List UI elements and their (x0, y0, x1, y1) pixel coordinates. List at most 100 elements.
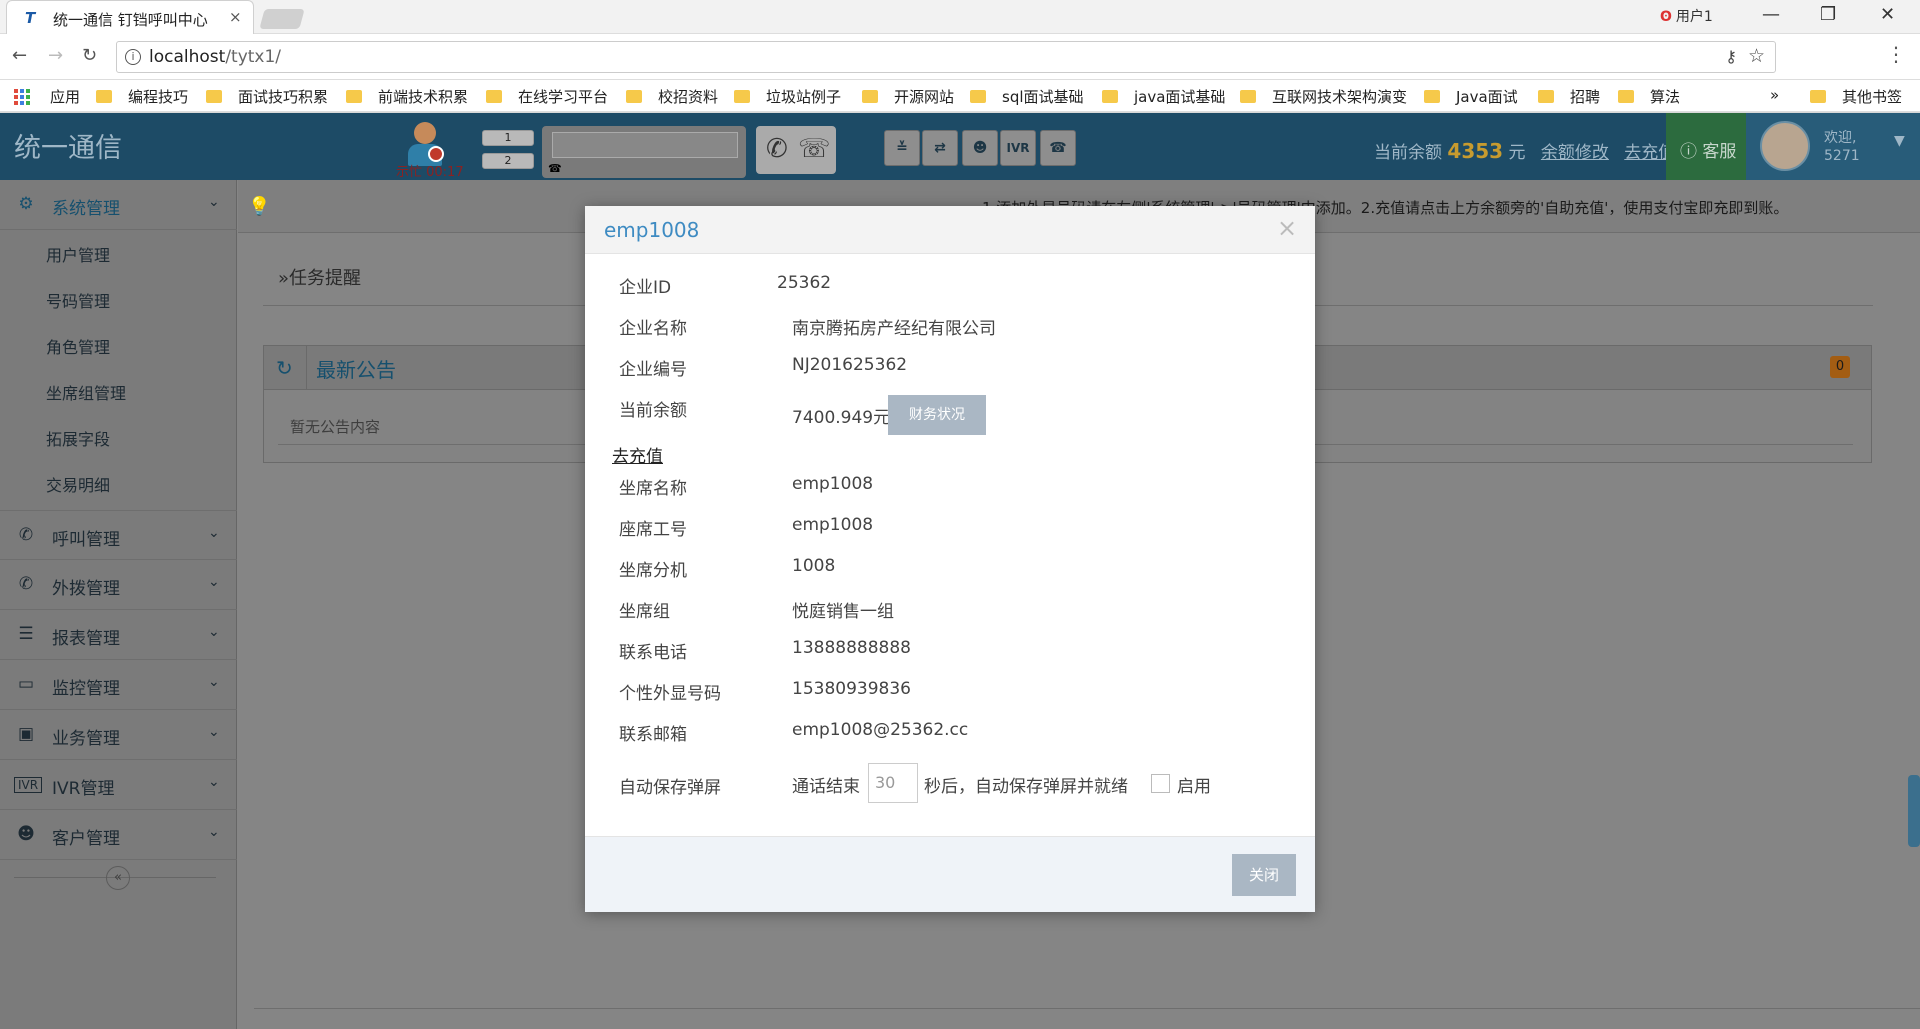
folder-icon (1102, 90, 1118, 103)
autosave-seconds-input[interactable]: 30 (868, 763, 918, 803)
bookmark[interactable]: 面试技巧积累 (206, 86, 328, 107)
monitor-call-icon[interactable]: ☎ (1040, 130, 1076, 166)
agent-status-text: 示忙 00:17 (396, 165, 464, 180)
phone-icon: ✆ (18, 525, 34, 545)
agent-name-value: emp1008 (792, 474, 874, 494)
browser-menu-icon[interactable]: ⋮ (1886, 42, 1906, 66)
browser-tab[interactable]: T 统一通信 钉铛呼叫中心 × (6, 0, 254, 34)
bookmark[interactable]: 互联网技术架构演变 (1240, 86, 1407, 107)
bookmark[interactable]: Java面试 (1424, 86, 1518, 107)
sidebar-item-reports[interactable]: ☰ 报表管理 ⌄ (0, 610, 237, 660)
sidebar-item-business[interactable]: ▣ 业务管理 ⌄ (0, 710, 237, 760)
phone-value: 13888888888 (792, 638, 911, 658)
user-menu[interactable]: 欢迎, 5271 ▼ (1746, 113, 1920, 180)
bookmark-apps[interactable]: 应用 (14, 86, 80, 107)
sidebar-item-ivr[interactable]: IVR IVR管理 ⌄ (0, 760, 237, 810)
outbound-call-icon: ✆ (18, 574, 34, 594)
balance-display: 当前余额 4353 元 余额修改 去充值 (1374, 139, 1676, 163)
new-tab-button[interactable] (259, 9, 305, 29)
key-icon[interactable]: ⚷ (1725, 47, 1737, 66)
transfer-icon[interactable]: ⇄ (922, 130, 958, 166)
sidebar-item-system[interactable]: ⚙ 系统管理 ⌄ (0, 180, 237, 230)
line-1-indicator[interactable]: 1 (482, 130, 534, 146)
consult-icon[interactable]: ☻ (962, 130, 998, 166)
line-2-indicator[interactable]: 2 (482, 153, 534, 169)
refresh-icon[interactable]: ↻ (276, 356, 293, 380)
bookmark[interactable]: 校招资料 (626, 86, 718, 107)
help-icon: ⓘ (1680, 142, 1703, 162)
dial-call-icon[interactable]: ✆ (766, 134, 788, 164)
bookmark[interactable]: 在线学习平台 (486, 86, 608, 107)
agent-info-modal: emp1008 × 企业ID 25362 企业名称 南京腾拓房产经纪有限公司 企… (585, 206, 1315, 912)
info-icon[interactable]: i (125, 49, 141, 65)
dial-number-input[interactable] (552, 132, 738, 158)
sidebar-subitem-roles[interactable]: 角色管理 (46, 334, 110, 358)
enable-label: 启用 (1177, 777, 1211, 797)
collapse-sidebar-button[interactable]: « (106, 866, 130, 890)
extension-value: 1008 (792, 556, 836, 576)
sidebar-subitem-numbers[interactable]: 号码管理 (46, 288, 110, 312)
back-icon[interactable]: ← (12, 45, 27, 66)
sidebar-subitem-transactions[interactable]: 交易明细 (46, 472, 110, 496)
hangup-icon[interactable]: ☏ (798, 134, 831, 164)
sidebar-item-outbound[interactable]: ✆ 外拨管理 ⌄ (0, 560, 237, 610)
sidebar-subitem-fields[interactable]: 拓展字段 (46, 426, 110, 450)
close-icon[interactable]: × (1277, 214, 1297, 242)
close-button[interactable]: 关闭 (1232, 854, 1296, 896)
star-icon[interactable]: ☆ (1748, 45, 1765, 67)
folder-icon (1618, 90, 1634, 103)
apps-icon (14, 88, 30, 105)
bookmark[interactable]: 垃圾站例子 (734, 86, 841, 107)
reload-icon[interactable]: ↻ (82, 45, 97, 66)
bookmarks-bar: 应用 编程技巧 面试技巧积累 前端技术积累 在线学习平台 校招资料 垃圾站例子 … (0, 80, 1920, 112)
agent-name-label: 坐席名称 (619, 479, 687, 499)
tab-title: 统一通信 钉铛呼叫中心 (53, 11, 208, 29)
support-button[interactable]: ⓘ 客服 (1666, 113, 1746, 180)
browser-user[interactable]: ʘ 用户1 (1660, 6, 1713, 26)
sidebar-item-monitor[interactable]: ▭ 监控管理 ⌄ (0, 660, 237, 710)
tab-close-icon[interactable]: × (229, 8, 242, 26)
bookmark[interactable]: 编程技巧 (96, 86, 188, 107)
list-icon: ☰ (18, 624, 34, 644)
ivr-icon[interactable]: IVR (1000, 130, 1036, 166)
sidebar-item-customers[interactable]: ☻ 客户管理 ⌄ (0, 810, 237, 860)
finance-status-button[interactable]: 财务状况 (888, 395, 986, 435)
window-close-icon[interactable]: ✕ (1880, 4, 1895, 25)
email-value: emp1008@25362.cc (792, 720, 969, 740)
folder-icon (970, 90, 986, 103)
modify-balance-link[interactable]: 余额修改 (1541, 143, 1609, 163)
agent-group-label: 坐席组 (619, 602, 670, 622)
phone-icon: ☎ (548, 162, 562, 175)
bookmark[interactable]: sql面试基础 (970, 86, 1084, 107)
hold-icon[interactable]: ≚ (884, 130, 920, 166)
balance-value: 4353 (1447, 139, 1504, 163)
call-toolbar: ✆ ☏ (756, 126, 836, 174)
autosave-suffix: 秒后，自动保存弹屏并就绪 (924, 777, 1128, 797)
bookmarks-overflow[interactable]: » (1770, 86, 1779, 104)
recharge-link[interactable]: 去充值 (612, 442, 663, 467)
folder-icon (862, 90, 878, 103)
other-bookmarks[interactable]: 其他书签 (1810, 86, 1902, 107)
bookmark[interactable]: java面试基础 (1102, 86, 1225, 107)
sidebar-subitem-agent-groups[interactable]: 坐席组管理 (46, 380, 126, 404)
browser-toolbar: ← → ↻ i localhost/tytx1/ ⚷ ☆ ⋮ (0, 34, 1920, 80)
scrollbar[interactable] (1908, 775, 1920, 847)
welcome-text: 欢迎, 5271 (1824, 129, 1860, 165)
chevron-down-icon: ⌄ (208, 525, 220, 541)
sidebar-subitem-users[interactable]: 用户管理 (46, 242, 110, 266)
monitor-icon: ▭ (17, 674, 35, 694)
chevron-down-icon: ⌄ (208, 774, 220, 790)
bookmark[interactable]: 招聘 (1538, 86, 1600, 107)
company-name-label: 企业名称 (619, 319, 687, 339)
restore-icon[interactable]: ❐ (1820, 4, 1836, 25)
enable-checkbox[interactable] (1151, 774, 1170, 793)
minimize-icon[interactable]: — (1762, 4, 1780, 25)
chevron-down-icon: ⌄ (208, 724, 220, 740)
bookmark[interactable]: 算法 (1618, 86, 1680, 107)
email-label: 联系邮箱 (619, 725, 687, 745)
address-bar[interactable]: i localhost/tytx1/ ⚷ ☆ (116, 41, 1776, 73)
bookmark[interactable]: 前端技术积累 (346, 86, 468, 107)
sidebar-item-call[interactable]: ✆ 呼叫管理 ⌄ (0, 510, 237, 560)
forward-icon[interactable]: → (48, 45, 63, 66)
bookmark[interactable]: 开源网站 (862, 86, 954, 107)
